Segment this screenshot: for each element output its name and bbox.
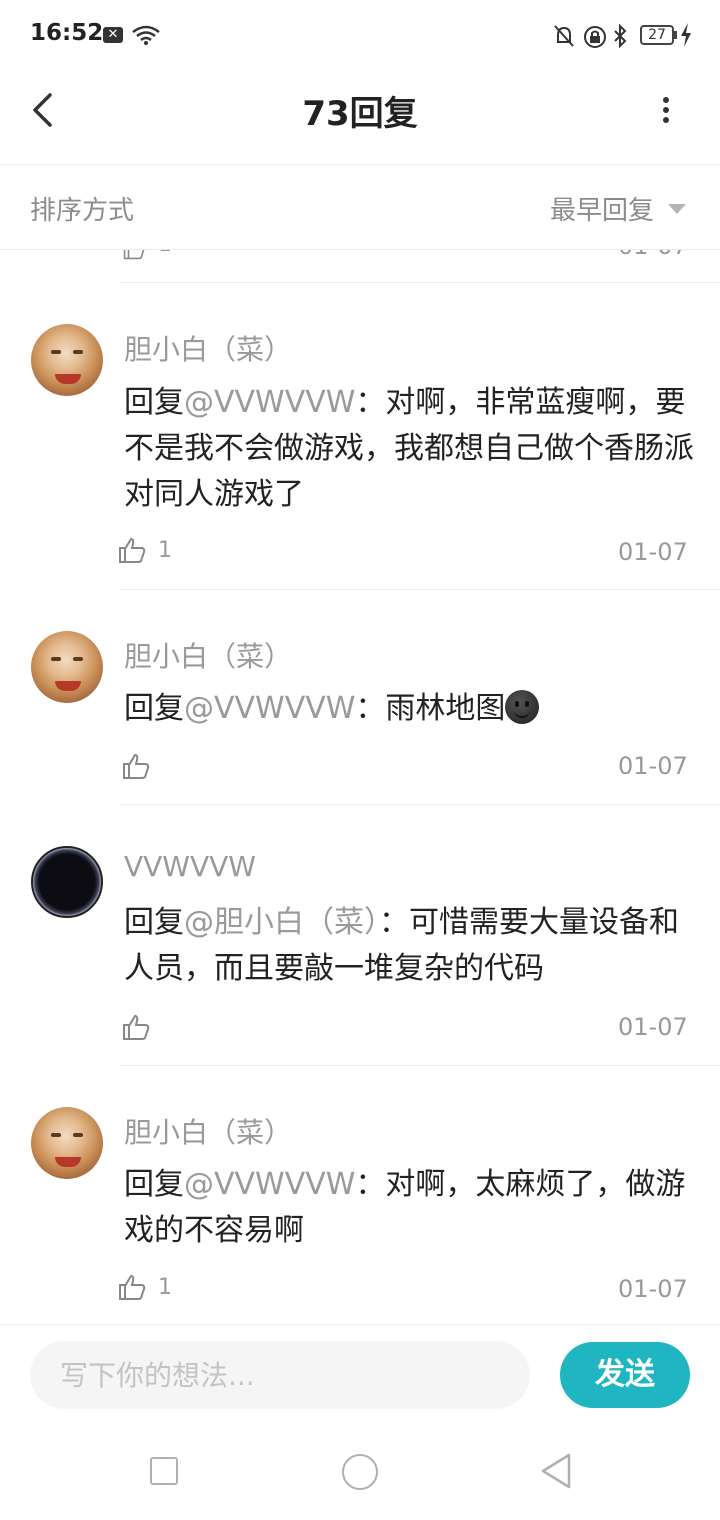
send-button[interactable]: 发送: [560, 1342, 690, 1408]
page-title: 73回复: [302, 94, 418, 134]
divider: [120, 804, 720, 805]
back-icon[interactable]: [540, 1452, 572, 1490]
avatar[interactable]: [31, 631, 103, 703]
reply-prefix: 回复: [124, 1167, 184, 1202]
comment-input[interactable]: [30, 1341, 530, 1409]
avatar[interactable]: [31, 1107, 103, 1179]
comment-username[interactable]: 胆小白（菜）: [124, 635, 292, 675]
mute-bell-icon: [554, 25, 574, 47]
comment-text: 回复@胆小白（菜）：可惜需要大量设备和人员，而且要敲一堆复杂的代码: [124, 900, 694, 992]
battery-tip: [674, 31, 677, 39]
comment-text: 回复@VVWVVW：对啊，非常蓝瘦啊，要不是我不会做游戏，我都想自己做个香肠派对…: [124, 380, 694, 518]
comment-text: 回复@VVWVVW：对啊，太麻烦了，做游戏的不容易啊: [124, 1162, 694, 1254]
sort-label: 排序方式: [30, 196, 135, 226]
caret-down-icon[interactable]: [668, 204, 686, 214]
thumbs-up-icon[interactable]: [118, 1273, 146, 1301]
recent-apps-icon[interactable]: [150, 1457, 178, 1485]
thumbs-up-icon[interactable]: [122, 752, 150, 780]
wifi-icon: [132, 25, 160, 45]
reply-prefix: 回复: [124, 385, 184, 420]
mention-link[interactable]: @胆小白（菜）: [184, 905, 379, 940]
comment-date: 01-07: [618, 538, 688, 566]
like-count: 1: [158, 1275, 172, 1300]
comment-username[interactable]: 胆小白（菜）: [124, 1111, 292, 1151]
lock-icon: [584, 26, 606, 48]
comment-username[interactable]: 胆小白（菜）: [124, 328, 292, 368]
comment-username[interactable]: VVWVVW: [124, 850, 256, 883]
avatar[interactable]: [31, 846, 103, 918]
reply-prefix: 回复: [124, 905, 184, 940]
divider: [120, 1065, 720, 1066]
comment-text: 回复@VVWVVW：雨林地图: [124, 686, 694, 732]
x-icon: ✕: [103, 27, 123, 43]
mention-link[interactable]: @VVWVVW: [184, 385, 355, 420]
comment-body: ：雨林地图: [355, 691, 506, 726]
comment-date: 01-07: [618, 752, 688, 780]
status-icons: [554, 24, 627, 49]
reply-prefix: 回复: [124, 691, 184, 726]
divider: [120, 589, 720, 590]
thumbs-up-icon[interactable]: [118, 536, 146, 564]
like-count: 1: [158, 538, 172, 563]
mention-link[interactable]: @VVWVVW: [184, 691, 355, 726]
bluetooth-icon: [614, 24, 627, 49]
comment-date: 01-07: [618, 1013, 688, 1041]
charging-bolt-icon: [681, 23, 691, 47]
divider: [120, 282, 720, 283]
status-time: 16:52: [30, 20, 104, 46]
avatar[interactable]: [31, 324, 103, 396]
sort-dropdown[interactable]: 最早回复: [550, 190, 654, 227]
mention-link[interactable]: @VVWVVW: [184, 1167, 355, 1202]
home-icon[interactable]: [342, 1454, 378, 1490]
thumbs-up-icon[interactable]: [122, 1013, 150, 1041]
comment-date: 01-07: [618, 1275, 688, 1303]
battery-icon: 27: [640, 25, 674, 45]
more-vertical-icon[interactable]: [660, 96, 672, 124]
smile-emoji: [505, 690, 540, 724]
